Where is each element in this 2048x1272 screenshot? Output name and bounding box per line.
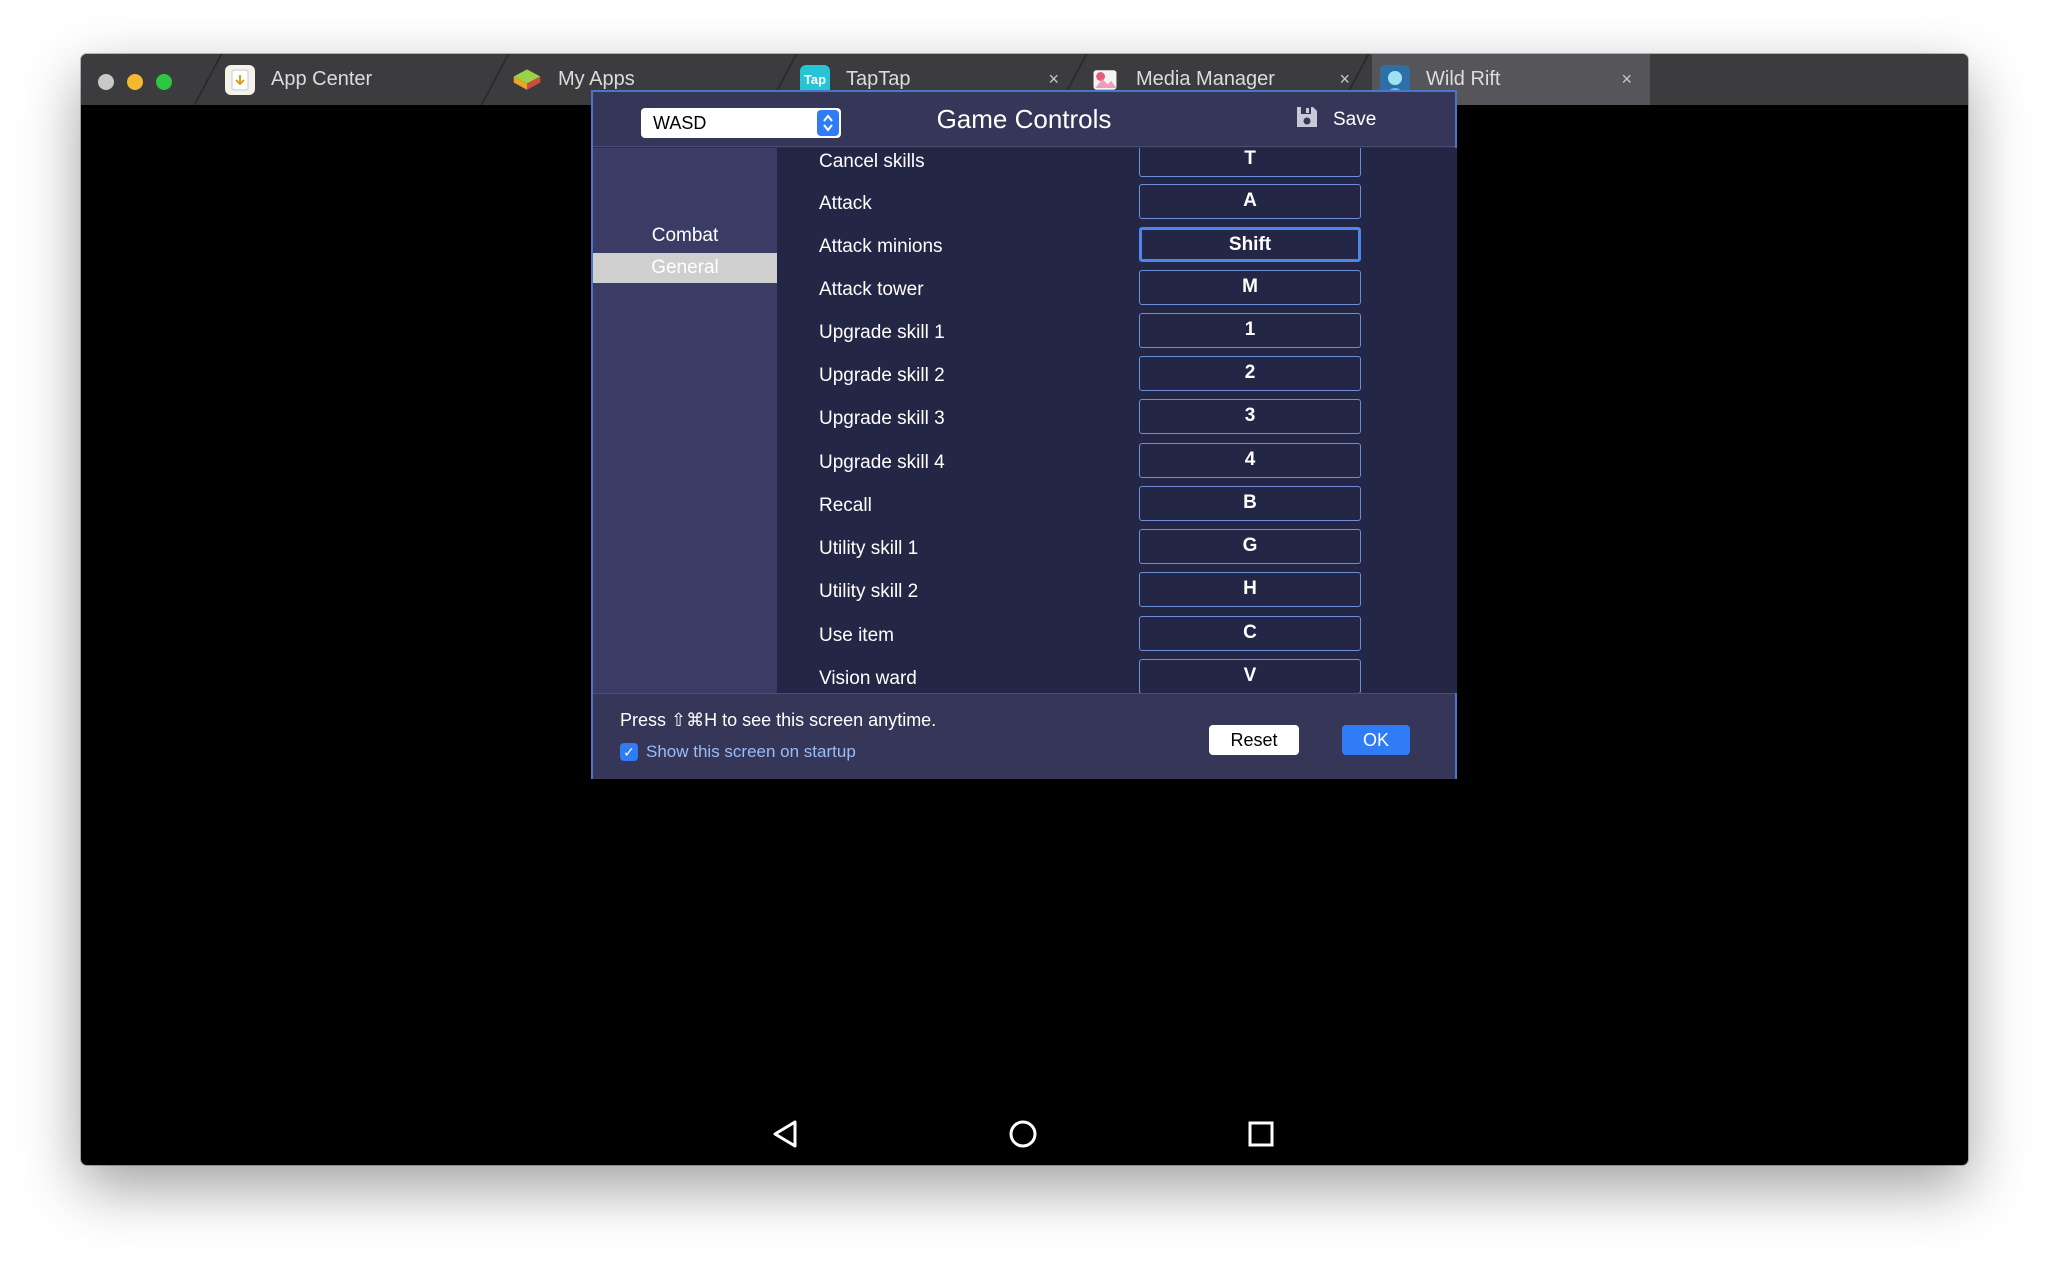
tab-app-center[interactable]: App Center xyxy=(225,54,500,105)
control-label: Utility skill 2 xyxy=(819,581,919,602)
control-label: Recall xyxy=(819,495,872,516)
control-row: Vision ward V xyxy=(777,659,1457,693)
close-icon[interactable]: × xyxy=(1048,70,1059,88)
category-general[interactable]: General xyxy=(593,253,777,283)
save-label: Save xyxy=(1333,109,1377,130)
control-label: Attack xyxy=(819,193,872,214)
controls-list[interactable]: Cancel skills T Attack A Attack minions … xyxy=(777,148,1457,693)
preset-select[interactable]: WASD xyxy=(641,108,841,138)
key-binding-field[interactable]: V xyxy=(1139,659,1361,693)
control-row: Recall B xyxy=(777,486,1457,529)
window-minimize-button[interactable] xyxy=(127,74,143,90)
category-sidebar: Combat General xyxy=(593,148,777,693)
control-row: Utility skill 2 H xyxy=(777,572,1457,615)
control-label: Attack tower xyxy=(819,279,924,300)
control-row: Use item C xyxy=(777,616,1457,659)
key-binding-field[interactable]: 1 xyxy=(1139,313,1361,348)
category-combat[interactable]: Combat xyxy=(593,221,777,251)
window-maximize-button[interactable] xyxy=(156,74,172,90)
close-icon[interactable]: × xyxy=(1621,70,1632,88)
key-binding-field[interactable]: 2 xyxy=(1139,356,1361,391)
control-label: Upgrade skill 1 xyxy=(819,322,945,343)
key-binding-field[interactable]: Shift xyxy=(1139,227,1361,262)
control-label: Upgrade skill 2 xyxy=(819,365,945,386)
key-binding-field[interactable]: C xyxy=(1139,616,1361,651)
app-center-icon xyxy=(225,64,255,95)
control-label: Utility skill 1 xyxy=(819,538,919,559)
control-row: Utility skill 1 G xyxy=(777,529,1457,572)
android-nav-bar xyxy=(81,1114,1968,1154)
select-arrows-icon xyxy=(817,110,839,136)
control-label: Vision ward xyxy=(819,668,917,689)
back-icon[interactable] xyxy=(765,1114,805,1154)
emulator-window: App Center My Apps Tap TapTap × Media Ma… xyxy=(81,54,1968,1165)
key-binding-field[interactable]: A xyxy=(1139,184,1361,219)
ok-button[interactable]: OK xyxy=(1342,725,1410,755)
preset-value: WASD xyxy=(653,113,707,133)
floppy-disk-icon xyxy=(1295,105,1319,135)
key-binding-field[interactable]: H xyxy=(1139,572,1361,607)
close-icon[interactable]: × xyxy=(1339,70,1350,88)
control-row: Attack minions Shift xyxy=(777,227,1457,270)
tab-label: App Center xyxy=(271,68,373,90)
my-apps-icon xyxy=(512,65,542,95)
key-binding-field[interactable]: B xyxy=(1139,486,1361,521)
control-row: Attack tower M xyxy=(777,270,1457,313)
key-binding-field[interactable]: T xyxy=(1139,148,1361,177)
tab-label: Media Manager xyxy=(1136,68,1275,90)
control-label: Use item xyxy=(819,625,894,646)
key-binding-field[interactable]: 4 xyxy=(1139,443,1361,478)
recents-icon[interactable] xyxy=(1241,1114,1281,1154)
control-row: Upgrade skill 1 1 xyxy=(777,313,1457,356)
tab-label: TapTap xyxy=(846,68,911,90)
control-row: Upgrade skill 2 2 xyxy=(777,356,1457,399)
control-row: Attack A xyxy=(777,184,1457,227)
startup-label: Show this screen on startup xyxy=(646,742,856,761)
checkbox-checked-icon[interactable]: ✓ xyxy=(620,743,638,761)
tab-label: Wild Rift xyxy=(1426,68,1501,90)
control-label: Upgrade skill 4 xyxy=(819,452,945,473)
reset-button[interactable]: Reset xyxy=(1209,725,1299,755)
save-button[interactable]: Save xyxy=(1295,106,1376,134)
startup-checkbox-row[interactable]: ✓ Show this screen on startup xyxy=(620,742,856,762)
shortcut-hint: Press ⇧⌘H to see this screen anytime. xyxy=(620,710,937,730)
key-binding-field[interactable]: 3 xyxy=(1139,399,1361,434)
dialog-header: Game Controls WASD Save xyxy=(593,92,1455,147)
control-label: Attack minions xyxy=(819,236,943,257)
key-binding-field[interactable]: G xyxy=(1139,529,1361,564)
tab-label: My Apps xyxy=(558,68,635,90)
control-row: Upgrade skill 4 4 xyxy=(777,443,1457,486)
key-binding-field[interactable]: M xyxy=(1139,270,1361,305)
control-row: Upgrade skill 3 3 xyxy=(777,399,1457,442)
control-label: Cancel skills xyxy=(819,151,925,172)
control-label: Upgrade skill 3 xyxy=(819,408,945,429)
window-close-button[interactable] xyxy=(98,74,114,90)
game-controls-dialog: Game Controls WASD Save Combat General C… xyxy=(591,90,1457,779)
home-icon[interactable] xyxy=(1003,1114,1043,1154)
dialog-footer: Press ⇧⌘H to see this screen anytime. ✓ … xyxy=(593,693,1455,779)
